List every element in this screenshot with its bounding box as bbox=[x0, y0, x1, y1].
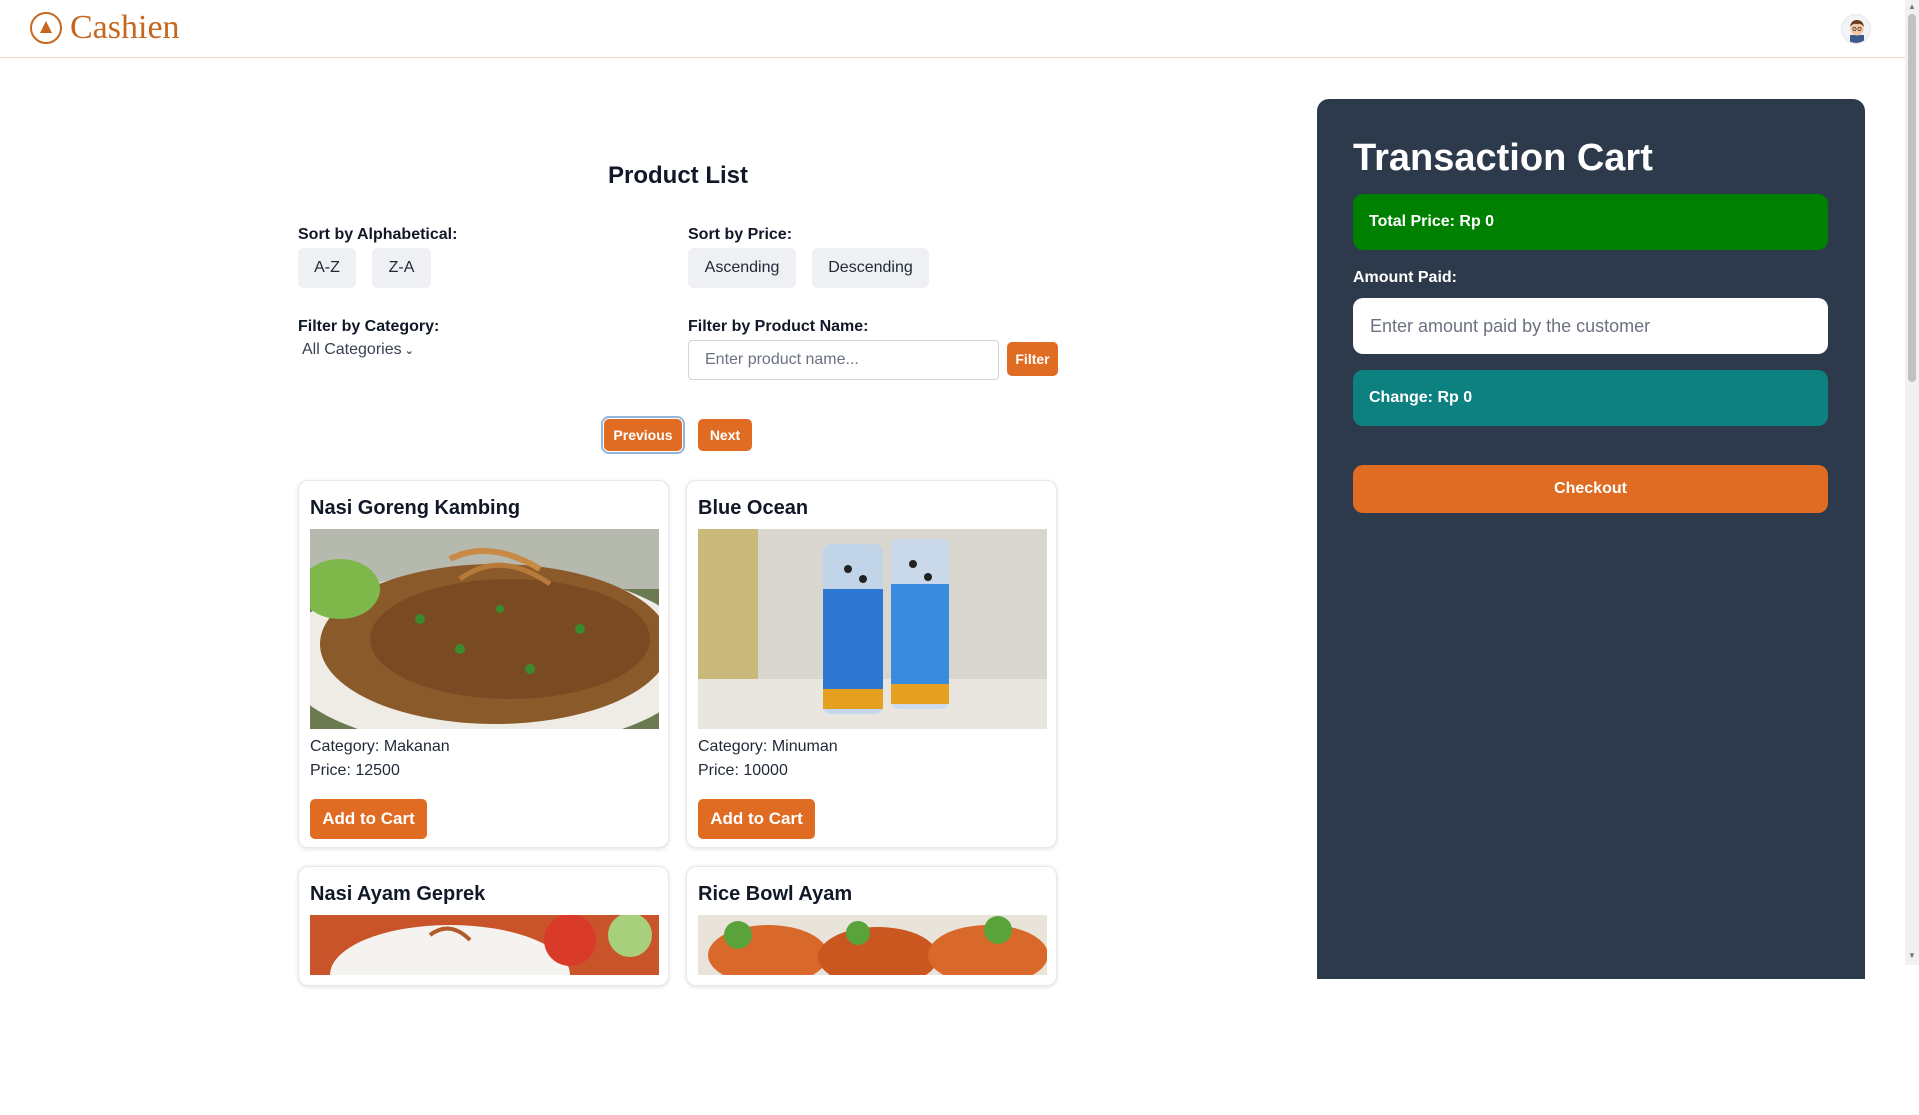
app-name: Cashien bbox=[70, 9, 180, 46]
user-avatar-icon[interactable] bbox=[1841, 14, 1871, 44]
category-select-value: All Categories bbox=[302, 341, 402, 358]
amount-paid-input[interactable]: Enter amount paid by the customer bbox=[1353, 298, 1828, 354]
product-category: Category: Minuman bbox=[698, 738, 838, 755]
filter-category-label: Filter by Category: bbox=[298, 318, 440, 335]
page-title: Product List bbox=[607, 162, 748, 189]
amount-paid-label: Amount Paid: bbox=[1353, 269, 1457, 286]
transaction-cart: Transaction Cart Total Price: Rp 0 Amoun… bbox=[1317, 99, 1865, 979]
sort-alpha-label: Sort by Alphabetical: bbox=[298, 226, 458, 243]
checkout-button[interactable]: Checkout bbox=[1353, 465, 1828, 513]
top-header: Cashien bbox=[0, 0, 1905, 58]
chevron-down-icon: ⌄ bbox=[404, 344, 414, 357]
add-to-cart-button[interactable]: Add to Cart bbox=[310, 799, 427, 839]
cashien-logo-icon bbox=[30, 12, 62, 44]
add-to-cart-button[interactable]: Add to Cart bbox=[698, 799, 815, 839]
product-name: Rice Bowl Ayam bbox=[698, 883, 853, 905]
logo[interactable]: Cashien bbox=[30, 10, 180, 46]
change-box: Change: Rp 0 bbox=[1353, 370, 1828, 426]
sort-ascending-button[interactable]: Ascending bbox=[688, 248, 796, 288]
sort-descending-button[interactable]: Descending bbox=[812, 248, 929, 288]
product-price: Price: 10000 bbox=[698, 762, 788, 779]
filter-button[interactable]: Filter bbox=[1007, 342, 1058, 376]
sort-price-label: Sort by Price: bbox=[688, 226, 793, 243]
product-image bbox=[698, 529, 1047, 729]
product-image bbox=[310, 915, 659, 1115]
product-name-input[interactable]: Enter product name... bbox=[688, 340, 999, 380]
product-image bbox=[310, 529, 659, 729]
product-price: Price: 12500 bbox=[310, 762, 400, 779]
previous-button[interactable]: Previous bbox=[601, 416, 685, 454]
product-card: Blue Ocean Category: Minuman Price: 1000… bbox=[686, 480, 1057, 848]
next-button[interactable]: Next bbox=[698, 419, 752, 451]
scroll-up-icon[interactable]: ▲ bbox=[1908, 2, 1916, 11]
filter-name-label: Filter by Product Name: bbox=[688, 318, 869, 335]
product-name: Nasi Goreng Kambing bbox=[310, 497, 521, 519]
category-select[interactable]: All Categories ⌄ bbox=[302, 341, 414, 359]
product-card: Rice Bowl Ayam bbox=[686, 866, 1057, 987]
product-card: Nasi Ayam Geprek bbox=[298, 866, 669, 1025]
product-image bbox=[698, 915, 1047, 1115]
total-price-box: Total Price: Rp 0 bbox=[1353, 194, 1828, 250]
sort-za-button[interactable]: Z-A bbox=[372, 248, 431, 288]
page-scrollbar[interactable]: ▲ ▼ bbox=[1905, 0, 1919, 965]
product-card: Nasi Goreng Kambing Category: Makanan Pr… bbox=[298, 480, 669, 848]
product-category: Category: Makanan bbox=[310, 738, 450, 755]
scroll-down-icon[interactable]: ▼ bbox=[1908, 951, 1916, 960]
scroll-thumb[interactable] bbox=[1908, 14, 1916, 382]
sort-az-button[interactable]: A-Z bbox=[298, 248, 356, 288]
cart-title: Transaction Cart bbox=[1353, 137, 1653, 179]
product-name: Blue Ocean bbox=[698, 497, 809, 519]
product-name: Nasi Ayam Geprek bbox=[310, 883, 486, 905]
